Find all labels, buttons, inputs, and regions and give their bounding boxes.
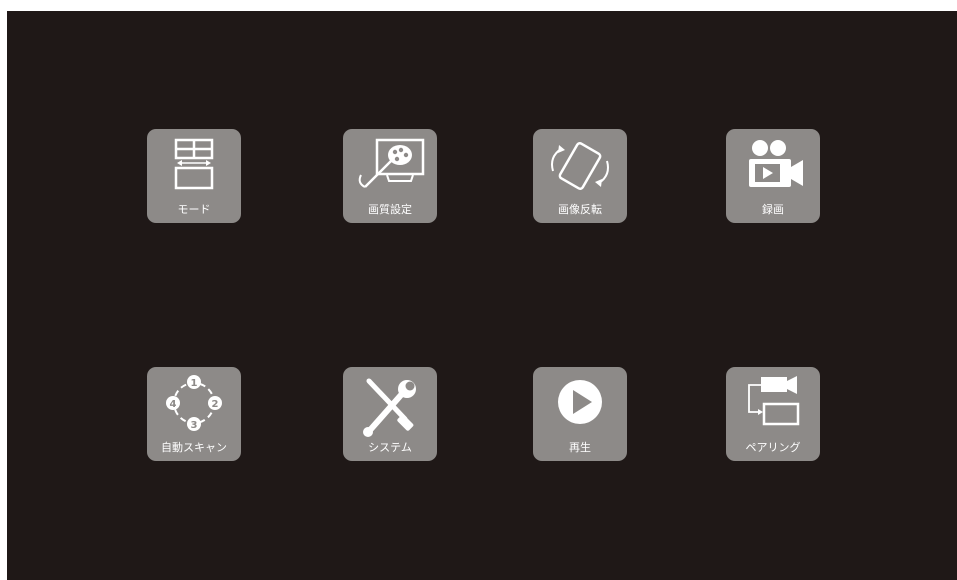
svg-text:3: 3	[191, 420, 198, 431]
menu-screen: モード 画質設定 画像反転 録画 1 2 3 4 自動スキャン システム 再生 …	[7, 11, 957, 580]
menu-tile-auto-scan[interactable]: 1 2 3 4 自動スキャン	[147, 367, 241, 461]
svg-text:4: 4	[170, 399, 177, 410]
menu-label: 画質設定	[368, 203, 412, 216]
menu-label: 自動スキャン	[161, 441, 227, 454]
menu-tile-record[interactable]: 録画	[726, 129, 820, 223]
menu-label: ペアリング	[745, 441, 801, 454]
menu-tile-pairing[interactable]: ペアリング	[726, 367, 820, 461]
menu-tile-playback[interactable]: 再生	[533, 367, 627, 461]
menu-tile-system[interactable]: システム	[343, 367, 437, 461]
menu-label: システム	[368, 441, 412, 454]
svg-text:1: 1	[191, 378, 198, 389]
svg-text:2: 2	[212, 399, 219, 410]
menu-label: 再生	[569, 441, 591, 454]
menu-tile-mode[interactable]: モード	[147, 129, 241, 223]
menu-tile-image-flip[interactable]: 画像反転	[533, 129, 627, 223]
menu-label: モード	[177, 203, 211, 216]
menu-label: 録画	[762, 203, 784, 216]
menu-tile-image-quality[interactable]: 画質設定	[343, 129, 437, 223]
menu-label: 画像反転	[558, 203, 602, 216]
